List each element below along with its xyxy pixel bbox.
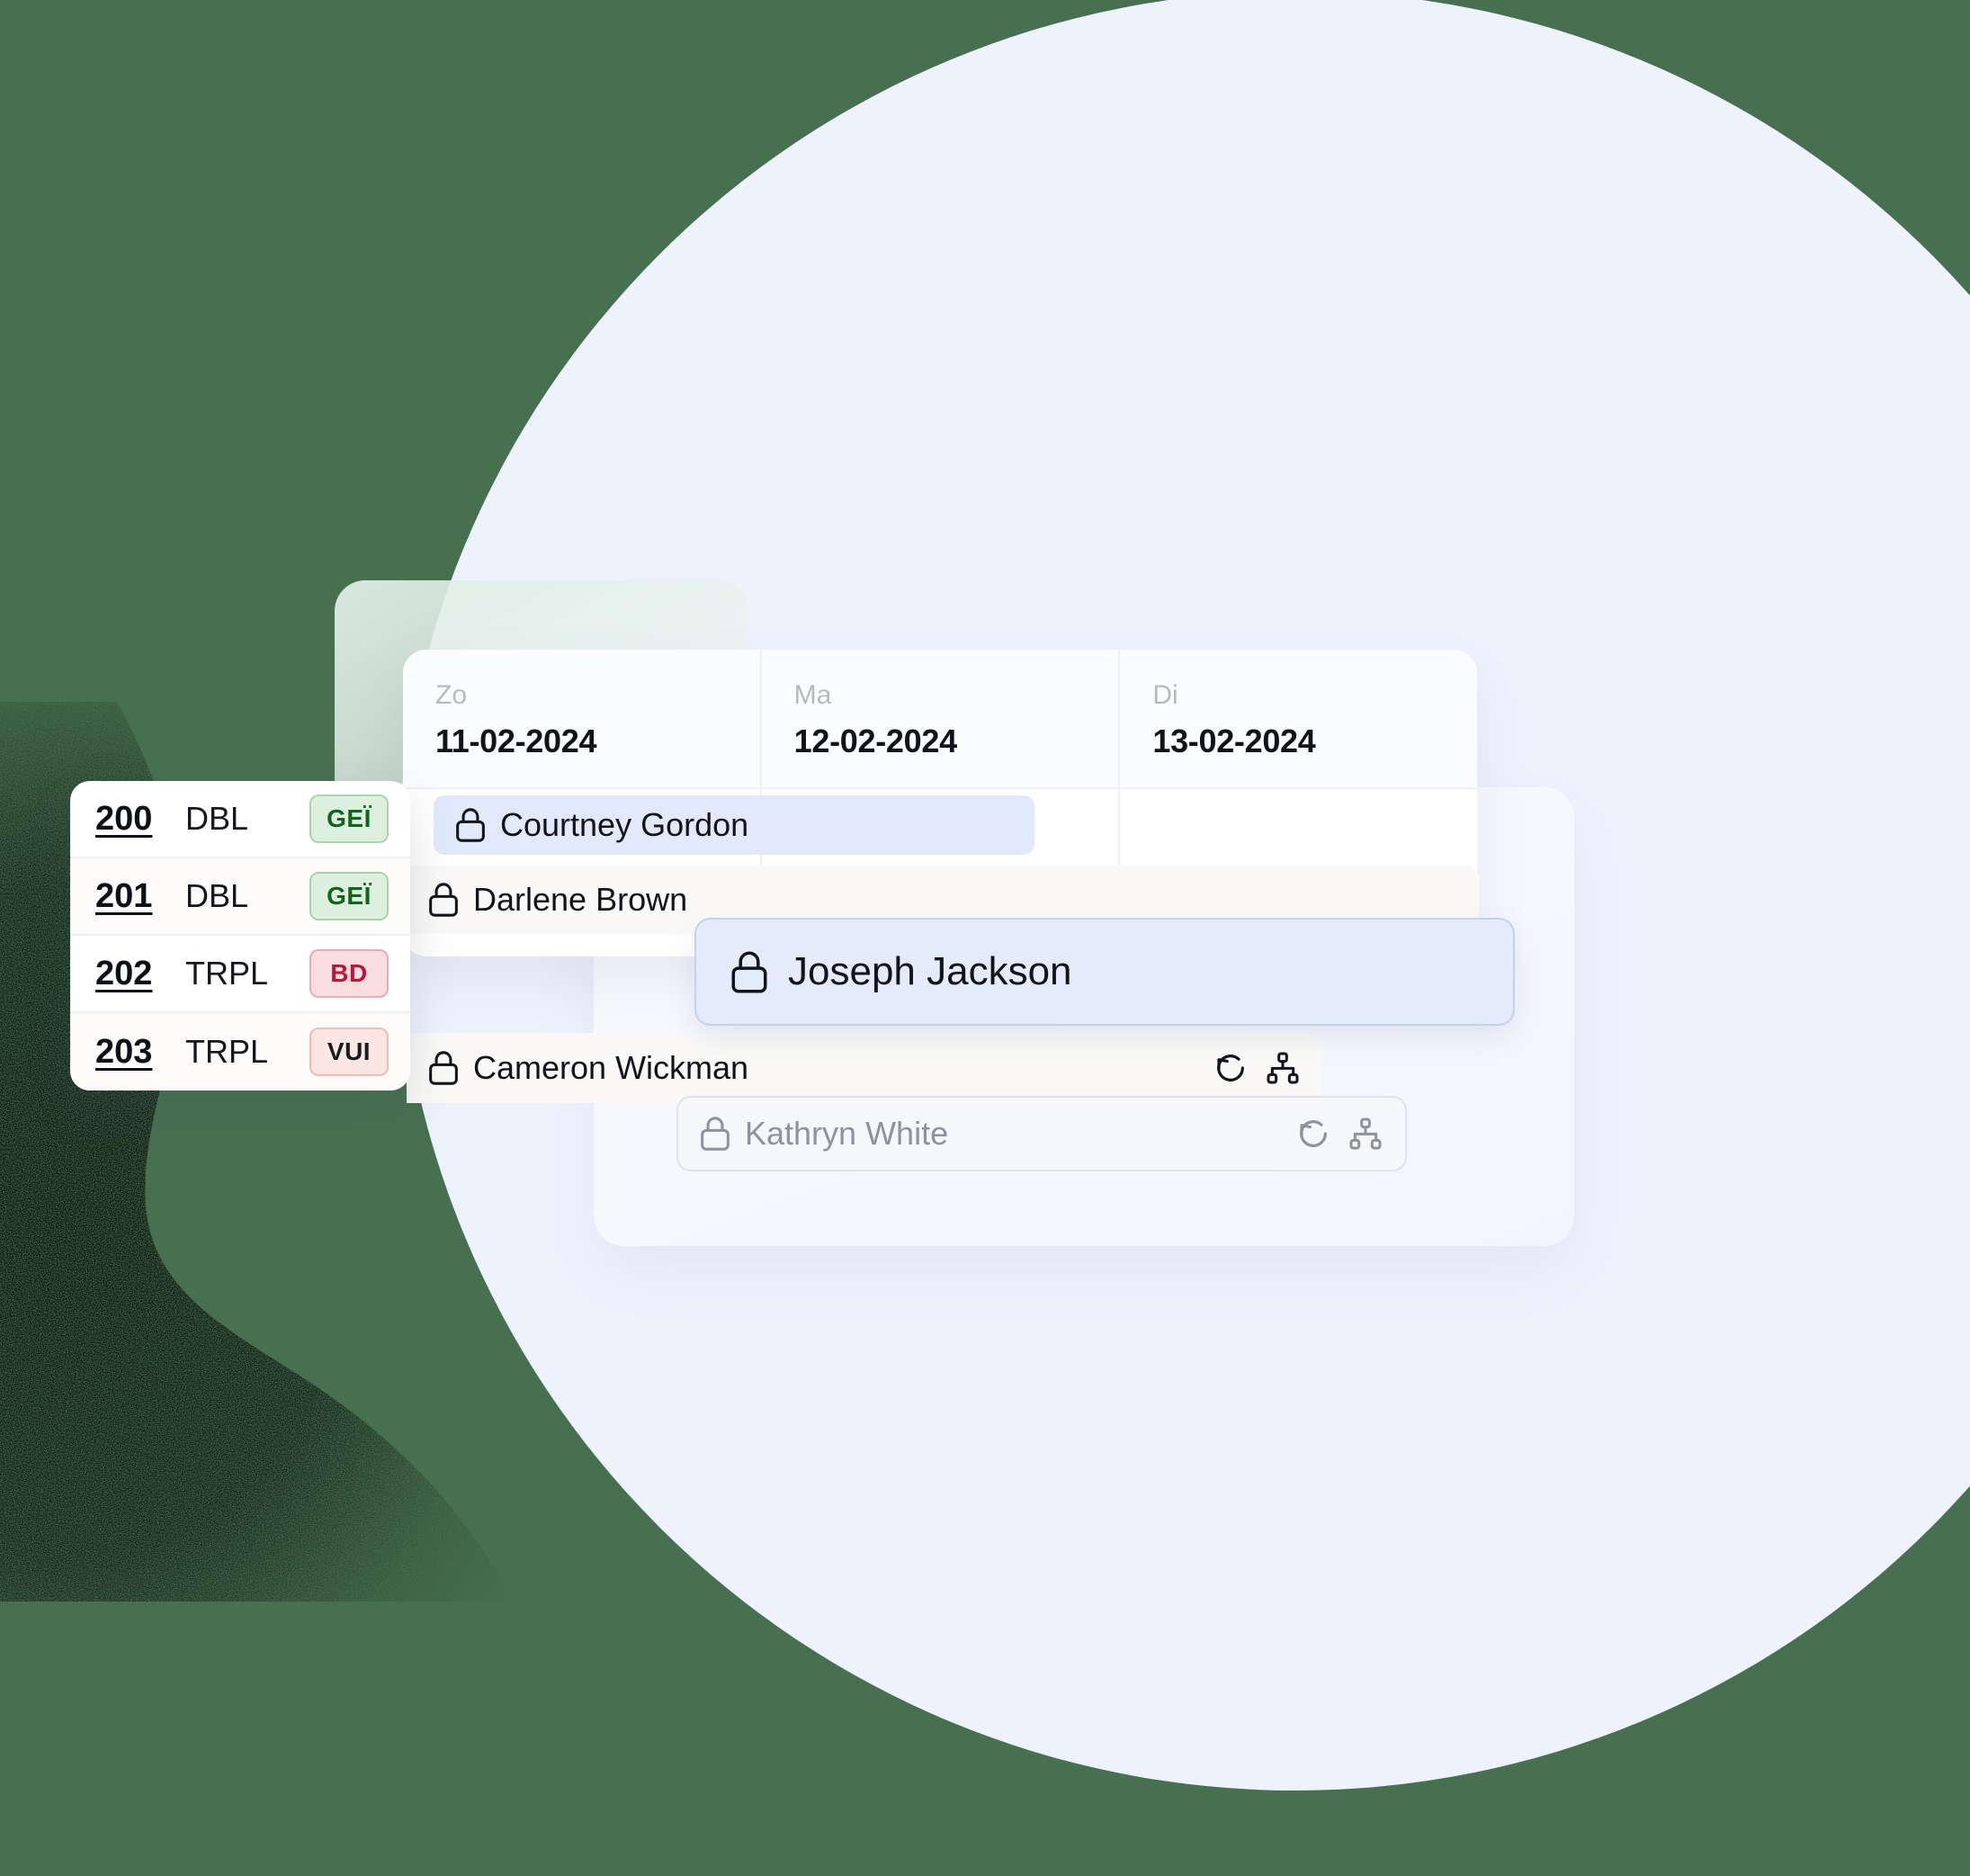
day-date: 13-02-2024 xyxy=(1152,723,1316,759)
room-number: 200 xyxy=(95,799,153,838)
table-row[interactable]: 202 TRPL BD xyxy=(70,936,410,1013)
status-badge: GEÏ xyxy=(309,794,389,843)
booking-guest-name: Cameron Wickman xyxy=(473,1049,749,1086)
lock-icon xyxy=(731,951,767,992)
calendar-column-header[interactable]: Ma 12-02-2024 xyxy=(762,650,1121,787)
hierarchy-sitemap-icon[interactable] xyxy=(1348,1116,1383,1152)
lock-icon xyxy=(701,1117,730,1151)
hierarchy-sitemap-icon[interactable] xyxy=(1265,1050,1301,1086)
calendar-column-header[interactable]: Di 13-02-2024 xyxy=(1120,650,1477,787)
booking-guest-name: Courtney Gordon xyxy=(500,806,749,843)
room-type: DBL xyxy=(185,800,249,837)
day-abbreviation: Di xyxy=(1152,680,1178,710)
room-number: 202 xyxy=(95,954,153,992)
lock-icon xyxy=(429,883,458,917)
booking-chip-cameron-wickman[interactable]: Cameron Wickman xyxy=(407,1033,1322,1103)
lock-icon xyxy=(456,808,485,842)
table-row[interactable]: 203 TRPL VUI xyxy=(70,1013,410,1091)
booking-guest-name: Kathryn White xyxy=(745,1115,949,1152)
table-row[interactable]: 200 DBL GEÏ xyxy=(70,781,410,858)
room-type: TRPL xyxy=(185,1033,269,1070)
day-abbreviation: Ma xyxy=(793,680,832,710)
day-date: 12-02-2024 xyxy=(793,723,957,759)
calendar-header-row: Zo 11-02-2024 Ma 12-02-2024 Di 13-02-202… xyxy=(403,650,1477,787)
room-number: 203 xyxy=(95,1032,153,1071)
lock-icon xyxy=(429,1051,458,1085)
room-type: DBL xyxy=(185,877,249,914)
status-badge: BD xyxy=(309,949,389,998)
calendar-grid-cell[interactable] xyxy=(1120,789,1477,872)
booking-chip-kathryn-white[interactable]: Kathryn White xyxy=(676,1096,1407,1171)
booking-actions xyxy=(1213,1050,1301,1086)
booking-chip-joseph-jackson[interactable]: Joseph Jackson xyxy=(694,918,1515,1026)
screenshot-stage: Zo 11-02-2024 Ma 12-02-2024 Di 13-02-202… xyxy=(0,0,1970,1876)
booking-chip-courtney-gordon[interactable]: Courtney Gordon xyxy=(434,795,1034,855)
restore-rotate-icon[interactable] xyxy=(1213,1050,1249,1086)
booking-actions xyxy=(1295,1116,1383,1152)
room-number: 201 xyxy=(95,876,153,915)
day-date: 11-02-2024 xyxy=(435,723,597,759)
day-abbreviation: Zo xyxy=(435,680,468,710)
status-badge: VUI xyxy=(309,1028,389,1076)
room-type: TRPL xyxy=(185,955,269,992)
table-row[interactable]: 201 DBL GEÏ xyxy=(70,858,410,936)
status-badge: GEÏ xyxy=(309,872,389,920)
booking-guest-name: Darlene Brown xyxy=(473,881,688,918)
booking-guest-name: Joseph Jackson xyxy=(788,949,1072,993)
room-list-table: 200 DBL GEÏ 201 DBL GEÏ 202 TRPL BD 203 … xyxy=(70,781,410,1091)
calendar-column-header[interactable]: Zo 11-02-2024 xyxy=(403,650,762,787)
restore-rotate-icon[interactable] xyxy=(1295,1116,1331,1152)
